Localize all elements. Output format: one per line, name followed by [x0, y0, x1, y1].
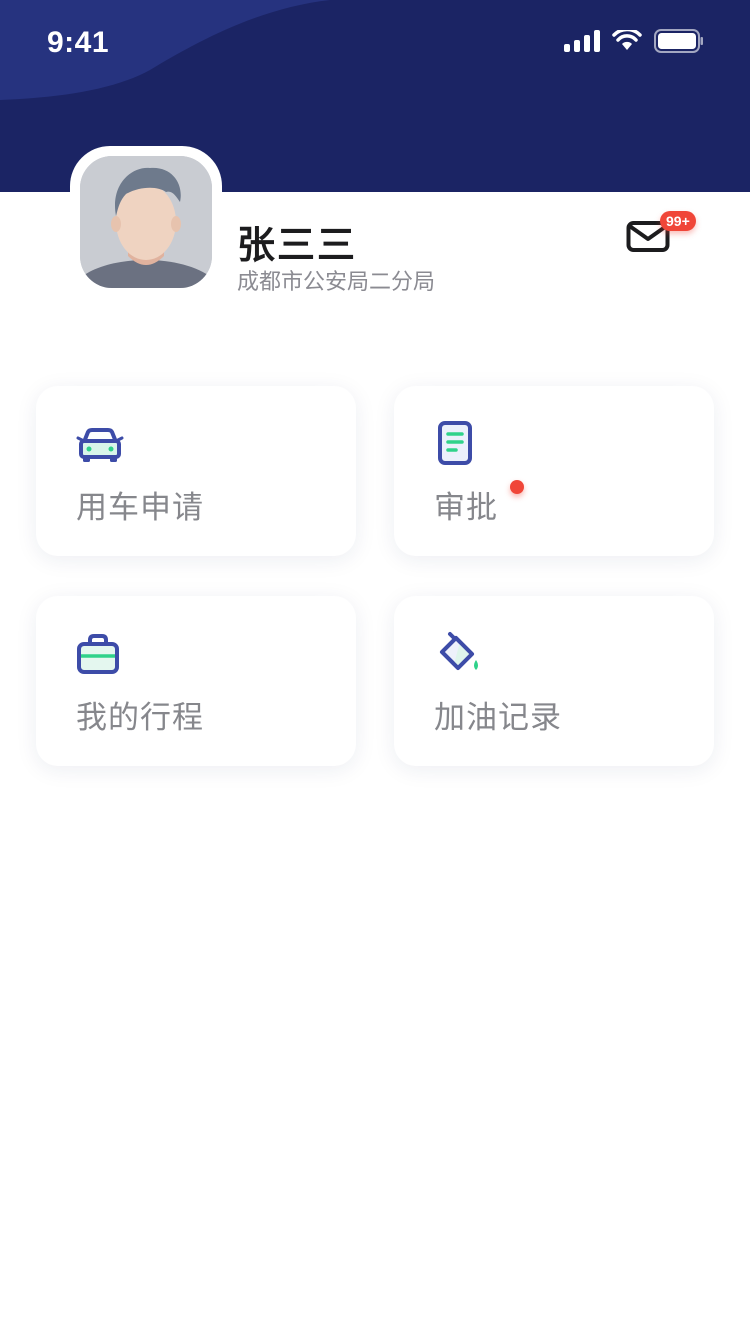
- notification-dot: [510, 480, 524, 494]
- car-icon: [76, 428, 124, 462]
- menu-card-approval[interactable]: 审批: [394, 386, 714, 556]
- user-avatar-icon: [80, 156, 212, 288]
- profile-organization: 成都市公安局二分局: [237, 270, 436, 295]
- messages-button[interactable]: 99+: [626, 211, 706, 256]
- document-icon: [438, 421, 472, 465]
- menu-card-label: 审批: [434, 490, 498, 526]
- menu-card-my-trips[interactable]: 我的行程: [36, 596, 356, 766]
- status-icons: [564, 28, 704, 54]
- signal-icon: [564, 30, 600, 52]
- menu-card-fuel-records[interactable]: 加油记录: [394, 596, 714, 766]
- avatar-frame[interactable]: [70, 146, 222, 298]
- paint-bucket-icon: [440, 632, 478, 670]
- menu-card-car-request[interactable]: 用车申请: [36, 386, 356, 556]
- wifi-icon: [612, 30, 642, 50]
- menu-card-label: 加油记录: [434, 700, 562, 736]
- menu-card-label: 用车申请: [76, 490, 204, 526]
- bag-icon: [77, 634, 119, 674]
- unread-badge: 99+: [660, 211, 696, 231]
- profile-name: 张三三: [237, 223, 358, 267]
- menu-card-label: 我的行程: [76, 700, 204, 736]
- battery-icon: [654, 29, 703, 53]
- avatar: [80, 156, 212, 288]
- status-time: 9:41: [47, 26, 110, 59]
